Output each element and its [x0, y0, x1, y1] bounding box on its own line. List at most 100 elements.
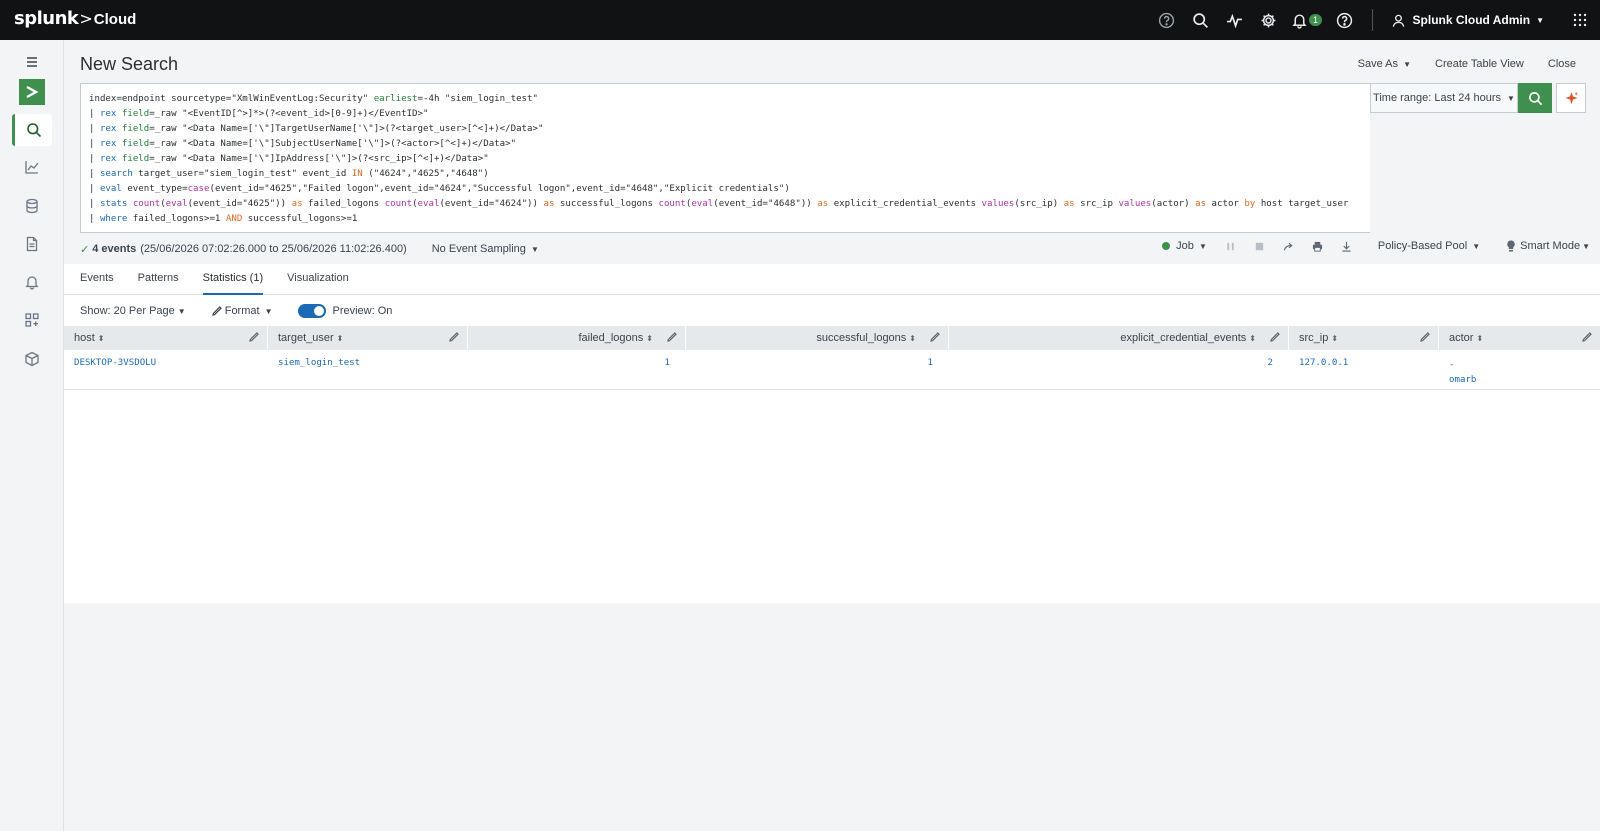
column-header-failed-logons[interactable]: failed_logons ⬍ [468, 326, 686, 350]
cell-explicit-credential-events[interactable]: 2 [949, 350, 1289, 389]
table-row: DESKTOP-3VSDOLU siem_login_test 1 1 2 12… [64, 350, 1600, 390]
results-toolbar: Show: 20 Per Page ▼ Format ▼ Preview: On [80, 300, 418, 322]
create-table-view-button[interactable]: Create Table View [1435, 58, 1524, 70]
pencil-icon[interactable] [1582, 332, 1592, 342]
chevron-down-icon: ▼ [1198, 242, 1207, 251]
pencil-icon[interactable] [1270, 332, 1280, 342]
dashboard-icon[interactable] [12, 304, 52, 336]
sort-icon: ⬍ [336, 333, 344, 343]
cell-target-user[interactable]: siem_login_test [268, 350, 468, 389]
sparkle-icon [1564, 91, 1578, 104]
per-page-dropdown[interactable]: Show: 20 Per Page ▼ [80, 305, 186, 317]
notifications-button[interactable]: 1 [1286, 0, 1328, 40]
top-bar: splunk > Cloud 1 Splunk Cloud Admin ▼ [0, 0, 1600, 40]
chevron-down-icon: ▼ [1536, 15, 1544, 25]
share-icon[interactable] [1283, 241, 1294, 252]
sort-icon: ⬍ [1476, 333, 1484, 343]
help-icon[interactable] [1328, 0, 1362, 40]
column-header-actor[interactable]: actor ⬍ [1439, 326, 1600, 350]
pencil-icon[interactable] [449, 332, 459, 342]
user-menu[interactable]: Splunk Cloud Admin ▼ [1383, 13, 1552, 28]
page-title: New Search [80, 54, 179, 74]
pencil-icon[interactable] [1420, 332, 1430, 342]
column-header-target-user[interactable]: target_user ⬍ [268, 326, 468, 350]
query-line-8: | stats count(eval(event_id="4625")) as … [89, 199, 1349, 209]
user-icon [1392, 14, 1404, 27]
cell-failed-logons[interactable]: 1 [468, 350, 686, 389]
save-as-label: Save As [1357, 58, 1399, 70]
actor-value[interactable]: omarb [1449, 373, 1590, 388]
tab-patterns[interactable]: Patterns [138, 264, 179, 295]
app-logo-icon[interactable] [12, 76, 52, 108]
activity-icon[interactable] [1218, 0, 1252, 40]
pause-icon[interactable] [1225, 241, 1236, 252]
query-line-5: | rex field=_raw "<Data Name=['\"]IpAddr… [89, 154, 489, 164]
cell-src-ip[interactable]: 127.0.0.1 [1289, 350, 1439, 389]
chevron-down-icon: ▼ [530, 245, 539, 254]
search-icon[interactable] [1184, 0, 1218, 40]
save-as-button[interactable]: Save As ▼ [1334, 58, 1411, 70]
job-menu[interactable]: Job ▼ [1176, 240, 1207, 252]
download-icon[interactable] [1341, 241, 1352, 252]
datasets-icon[interactable] [12, 343, 52, 375]
job-label: Job [1176, 240, 1194, 252]
search-query-editor[interactable]: index=endpoint sourcetype="XmlWinEventLo… [80, 83, 1370, 233]
top-bar-actions: 1 Splunk Cloud Admin ▼ [1150, 0, 1600, 40]
report-icon[interactable] [12, 228, 52, 260]
chevron-down-icon: ▼ [264, 306, 273, 316]
logo-chevron: > [79, 9, 93, 28]
time-range-label: Time range: Last 24 hours [1373, 92, 1502, 104]
print-icon[interactable] [1312, 241, 1323, 252]
sort-icon: ⬍ [646, 333, 653, 343]
gear-icon[interactable] [1252, 0, 1286, 40]
apps-grid-icon[interactable] [1560, 0, 1600, 40]
column-header-host[interactable]: host ⬍ [64, 326, 268, 350]
search-mode-dropdown[interactable]: Smart Mode ▼ [1506, 240, 1590, 252]
results-tabs: Events Patterns Statistics (1) Visualiza… [64, 264, 1600, 295]
column-header-successful-logons[interactable]: successful_logons ⬍ [686, 326, 949, 350]
tab-visualization[interactable]: Visualization [287, 264, 349, 295]
event-sampling-dropdown[interactable]: No Event Sampling ▼ [432, 243, 539, 255]
preview-switch[interactable] [298, 304, 327, 318]
actor-value[interactable]: - [1449, 358, 1590, 373]
tab-events[interactable]: Events [80, 264, 114, 295]
help-circle-icon[interactable] [1150, 0, 1184, 40]
ai-assistant-button[interactable] [1556, 83, 1586, 113]
pencil-icon[interactable] [249, 332, 259, 342]
chevron-down-icon: ▼ [177, 306, 186, 316]
column-header-explicit-credential-events[interactable]: explicit_credential_events ⬍ [949, 326, 1289, 350]
page-actions: Save As ▼ Create Table View Close [1310, 58, 1576, 70]
chevron-down-icon: ▼ [1472, 242, 1481, 251]
sort-icon: ⬍ [909, 333, 916, 343]
close-button[interactable]: Close [1548, 58, 1576, 70]
sort-icon: ⬍ [1249, 333, 1256, 343]
hamburger-icon[interactable] [12, 46, 52, 78]
tab-statistics[interactable]: Statistics (1) [202, 264, 264, 295]
table-header: host ⬍ target_user ⬍ failed_logons ⬍ succes… [64, 326, 1600, 350]
chart-icon[interactable] [12, 151, 52, 183]
alert-icon[interactable] [12, 266, 52, 298]
database-icon[interactable] [12, 190, 52, 222]
column-header-src-ip[interactable]: src_ip ⬍ [1289, 326, 1439, 350]
time-range-picker[interactable]: Time range: Last 24 hours ▼ [1370, 83, 1518, 113]
rail-search[interactable] [12, 114, 52, 146]
policy-pool-dropdown[interactable]: Policy-Based Pool ▼ [1378, 240, 1480, 252]
column-label: actor [1449, 332, 1474, 344]
stop-icon[interactable] [1254, 241, 1265, 252]
cell-host[interactable]: DESKTOP-3VSDOLU [64, 350, 268, 389]
format-label: Format [224, 305, 260, 317]
format-dropdown[interactable]: Format ▼ [211, 305, 273, 317]
job-status-dot [1162, 242, 1171, 250]
pencil-icon[interactable] [930, 332, 940, 342]
run-search-button[interactable] [1518, 83, 1552, 113]
query-line-9: | where failed_logons>=1 AND successful_… [89, 214, 358, 224]
per-page-label: Show: 20 Per Page [80, 305, 175, 317]
results-panel: Show: 20 Per Page ▼ Format ▼ Preview: On… [64, 295, 1600, 603]
search-app-logo [19, 79, 45, 105]
splunk-logo[interactable]: splunk > Cloud [14, 8, 136, 29]
preview-toggle[interactable]: Preview: On [298, 304, 392, 318]
cell-successful-logons[interactable]: 1 [686, 350, 949, 389]
pencil-icon[interactable] [667, 332, 677, 342]
cell-actor: - omarb [1439, 350, 1600, 389]
query-line-4: | rex field=_raw "<Data Name=['\"]Subjec… [89, 139, 517, 149]
